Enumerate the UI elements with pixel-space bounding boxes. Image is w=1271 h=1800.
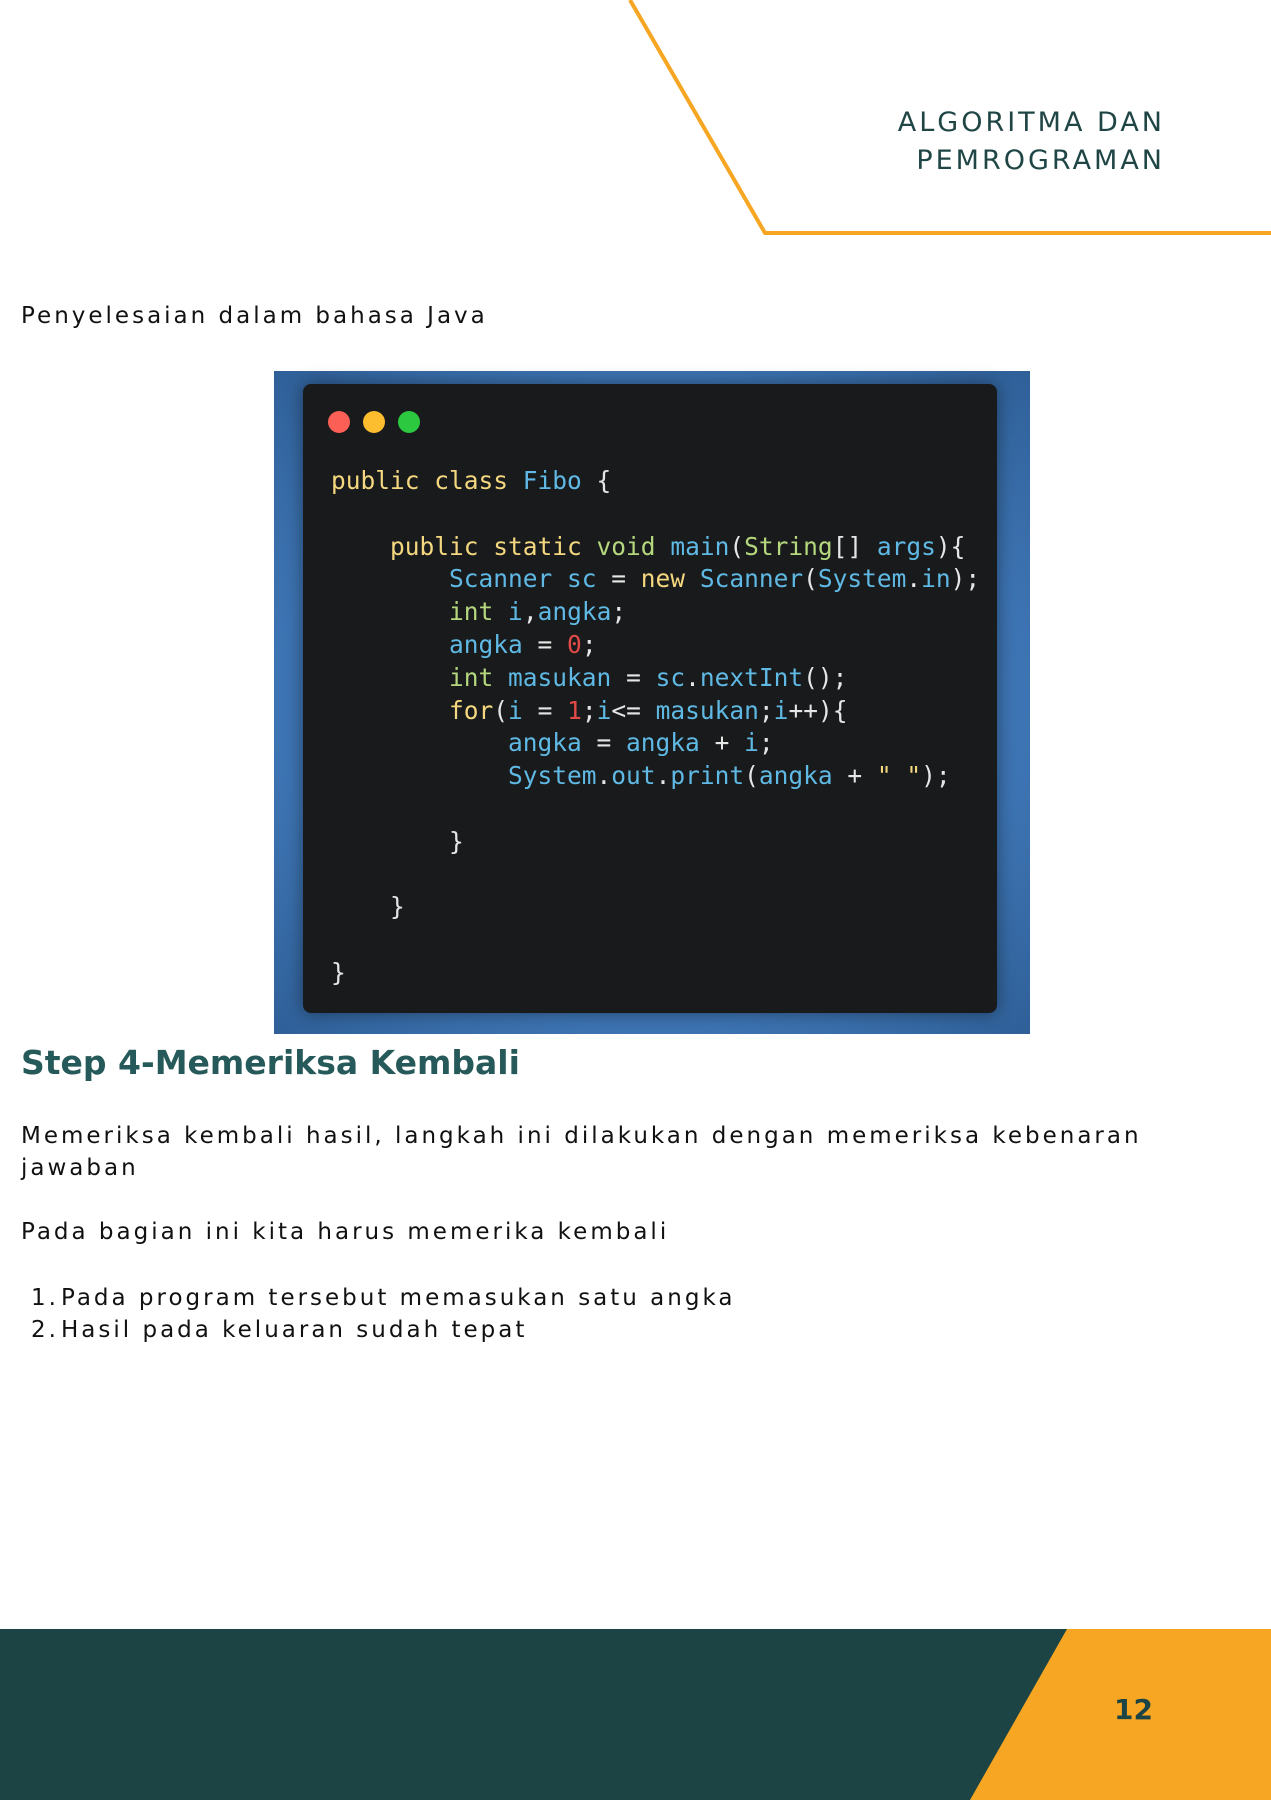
page-number: 12 bbox=[1114, 1693, 1153, 1726]
footer-accent bbox=[970, 1629, 1271, 1800]
